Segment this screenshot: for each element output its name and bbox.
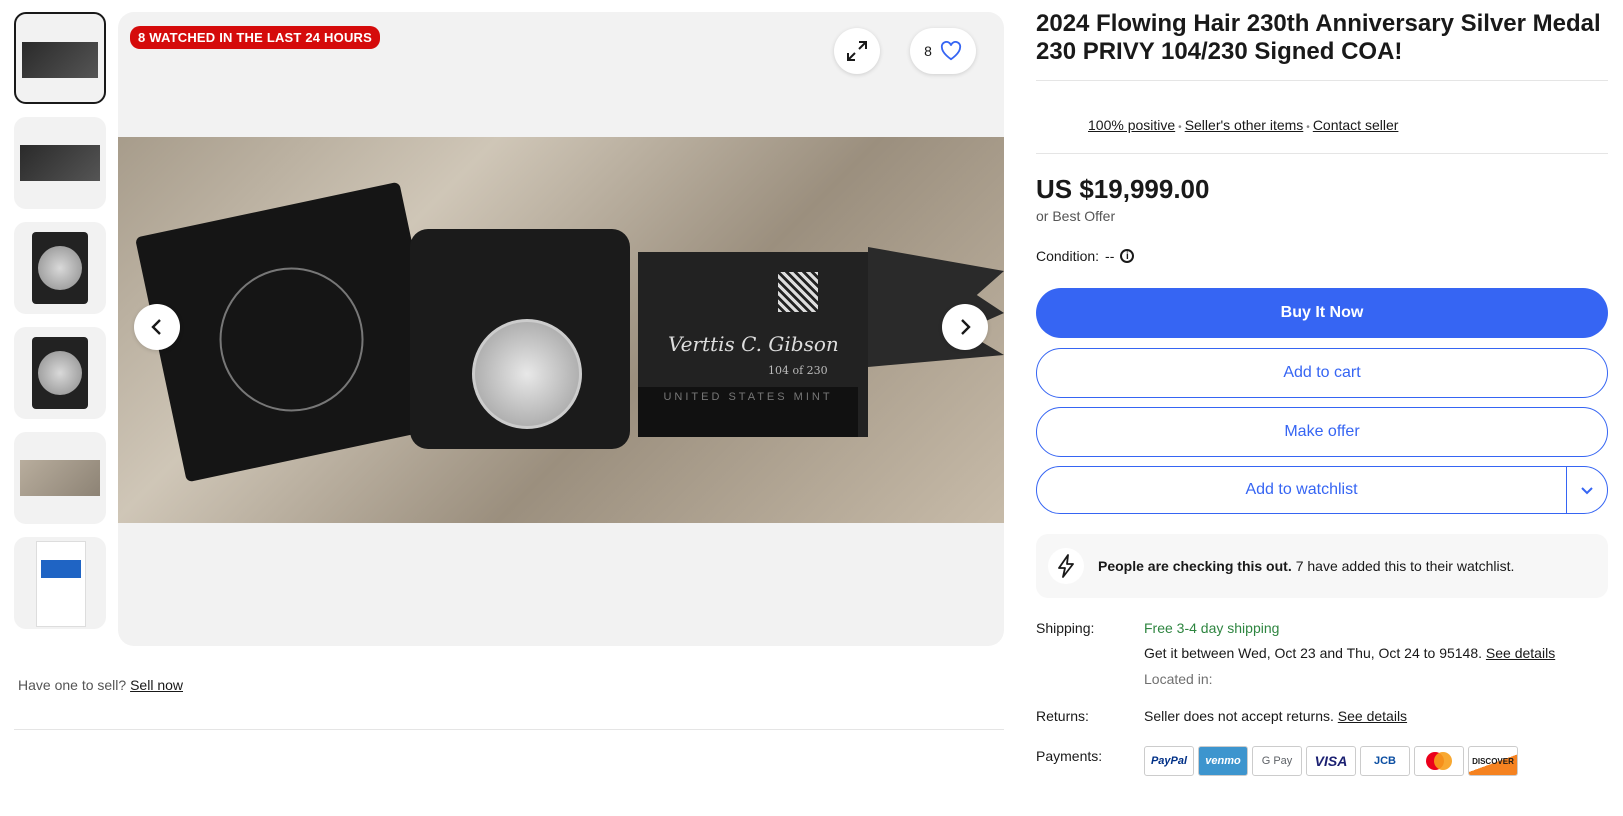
- condition-value: --: [1105, 248, 1115, 264]
- heart-icon: [940, 41, 961, 61]
- folder-flap: [868, 247, 1004, 367]
- sell-prompt-text: Have one to sell?: [18, 677, 127, 693]
- shipping-details-link[interactable]: See details: [1486, 645, 1555, 661]
- separator: •: [1306, 122, 1310, 133]
- mint-label: UNITED STATES MINT: [663, 391, 833, 403]
- payments-label: Payments:: [1036, 748, 1103, 764]
- feedback-link[interactable]: 100% positive: [1088, 117, 1175, 133]
- buy-it-now-button[interactable]: Buy It Now: [1036, 288, 1608, 338]
- previous-image-button[interactable]: [134, 304, 180, 350]
- free-shipping-text: Free 3-4 day shipping: [1144, 620, 1280, 636]
- contact-seller-link[interactable]: Contact seller: [1313, 117, 1399, 133]
- add-to-cart-button[interactable]: Add to cart: [1036, 348, 1608, 398]
- located-in: Located in:: [1144, 671, 1213, 687]
- qr-code: [778, 272, 818, 312]
- watch-heart-button[interactable]: 8: [910, 28, 976, 74]
- signature-text: Verttis C. Gibson: [668, 332, 839, 356]
- thumbnail-4[interactable]: [14, 327, 106, 419]
- thumbnail-image: [32, 337, 88, 409]
- watch-count: 8: [924, 43, 932, 59]
- delivery-estimate-text: Get it between Wed, Oct 23 and Thu, Oct …: [1144, 645, 1483, 661]
- info-icon[interactable]: i: [1120, 249, 1135, 263]
- lightning-icon: [1048, 548, 1084, 584]
- returns-text: Seller does not accept returns.: [1144, 708, 1334, 724]
- condition-row: Condition: -- i: [1036, 248, 1135, 264]
- jcb-icon: JCB: [1360, 746, 1410, 776]
- payment-methods: PayPal venmo G Pay VISA JCB DISCOVER: [1144, 746, 1518, 776]
- sell-now-link[interactable]: Sell now: [130, 677, 183, 693]
- returns-label: Returns:: [1036, 708, 1089, 724]
- checking-bold: People are checking this out.: [1098, 558, 1292, 574]
- seller-info: 100% positive • Seller's other items • Conta…: [1088, 117, 1398, 133]
- thumbnail-2[interactable]: [14, 117, 106, 209]
- watchlist-dropdown-button[interactable]: [1567, 467, 1607, 513]
- paypal-icon: PayPal: [1144, 746, 1194, 776]
- expand-button[interactable]: [834, 28, 880, 74]
- main-product-image[interactable]: Verttis C. Gibson 104 of 230 UNITED STAT…: [118, 137, 1004, 523]
- chevron-right-icon: [961, 319, 971, 335]
- chevron-left-icon: [151, 319, 161, 335]
- returns-info: Seller does not accept returns. See deta…: [1144, 708, 1407, 724]
- coin-case: [410, 229, 630, 449]
- mastercard-icon: [1414, 746, 1464, 776]
- sell-prompt: Have one to sell? Sell now: [18, 677, 183, 693]
- divider: [1036, 80, 1608, 81]
- mint-box: UNITED STATES MINT: [638, 387, 858, 437]
- main-image-gallery: Verttis C. Gibson 104 of 230 UNITED STAT…: [118, 12, 1004, 646]
- chevron-down-icon: [1581, 486, 1593, 494]
- thumbnail-image: [36, 541, 86, 627]
- best-offer-text: or Best Offer: [1036, 208, 1116, 224]
- shipping-label: Shipping:: [1036, 620, 1095, 636]
- medal-emboss: [206, 254, 377, 425]
- checking-text: 7 have added this to their watchlist.: [1295, 558, 1515, 574]
- next-image-button[interactable]: [942, 304, 988, 350]
- separator: •: [1178, 122, 1182, 133]
- make-offer-button[interactable]: Make offer: [1036, 407, 1608, 457]
- watchlist-control: Add to watchlist: [1036, 466, 1608, 514]
- thumbnail-strip: [14, 12, 106, 638]
- add-to-watchlist-button[interactable]: Add to watchlist: [1037, 467, 1567, 513]
- returns-details-link[interactable]: See details: [1338, 708, 1407, 724]
- item-price: US $19,999.00: [1036, 174, 1210, 204]
- watched-badge: 8 WATCHED IN THE LAST 24 HOURS: [130, 26, 381, 49]
- expand-icon: [847, 41, 867, 61]
- google-pay-icon: G Pay: [1252, 746, 1302, 776]
- visa-icon: VISA: [1306, 746, 1356, 776]
- presentation-box: [134, 181, 452, 483]
- thumbnail-image: [20, 460, 100, 496]
- discover-icon: DISCOVER: [1468, 746, 1518, 776]
- seller-other-items-link[interactable]: Seller's other items: [1185, 117, 1304, 133]
- thumbnail-1[interactable]: [14, 12, 106, 104]
- thumbnail-6[interactable]: [14, 537, 106, 629]
- serial-text: 104 of 230: [768, 364, 828, 377]
- divider: [14, 729, 1004, 730]
- social-proof-banner: People are checking this out. 7 have add…: [1036, 534, 1608, 598]
- delivery-estimate: Get it between Wed, Oct 23 and Thu, Oct …: [1144, 645, 1555, 661]
- silver-medal: [472, 319, 582, 429]
- item-title: 2024 Flowing Hair 230th Anniversary Silv…: [1036, 10, 1601, 65]
- thumbnail-5[interactable]: [14, 432, 106, 524]
- thumbnail-image: [22, 42, 98, 78]
- condition-label: Condition:: [1036, 248, 1100, 264]
- thumbnail-image: [32, 232, 88, 304]
- divider: [1036, 153, 1608, 154]
- thumbnail-image: [20, 145, 100, 181]
- thumbnail-3[interactable]: [14, 222, 106, 314]
- venmo-icon: venmo: [1198, 746, 1248, 776]
